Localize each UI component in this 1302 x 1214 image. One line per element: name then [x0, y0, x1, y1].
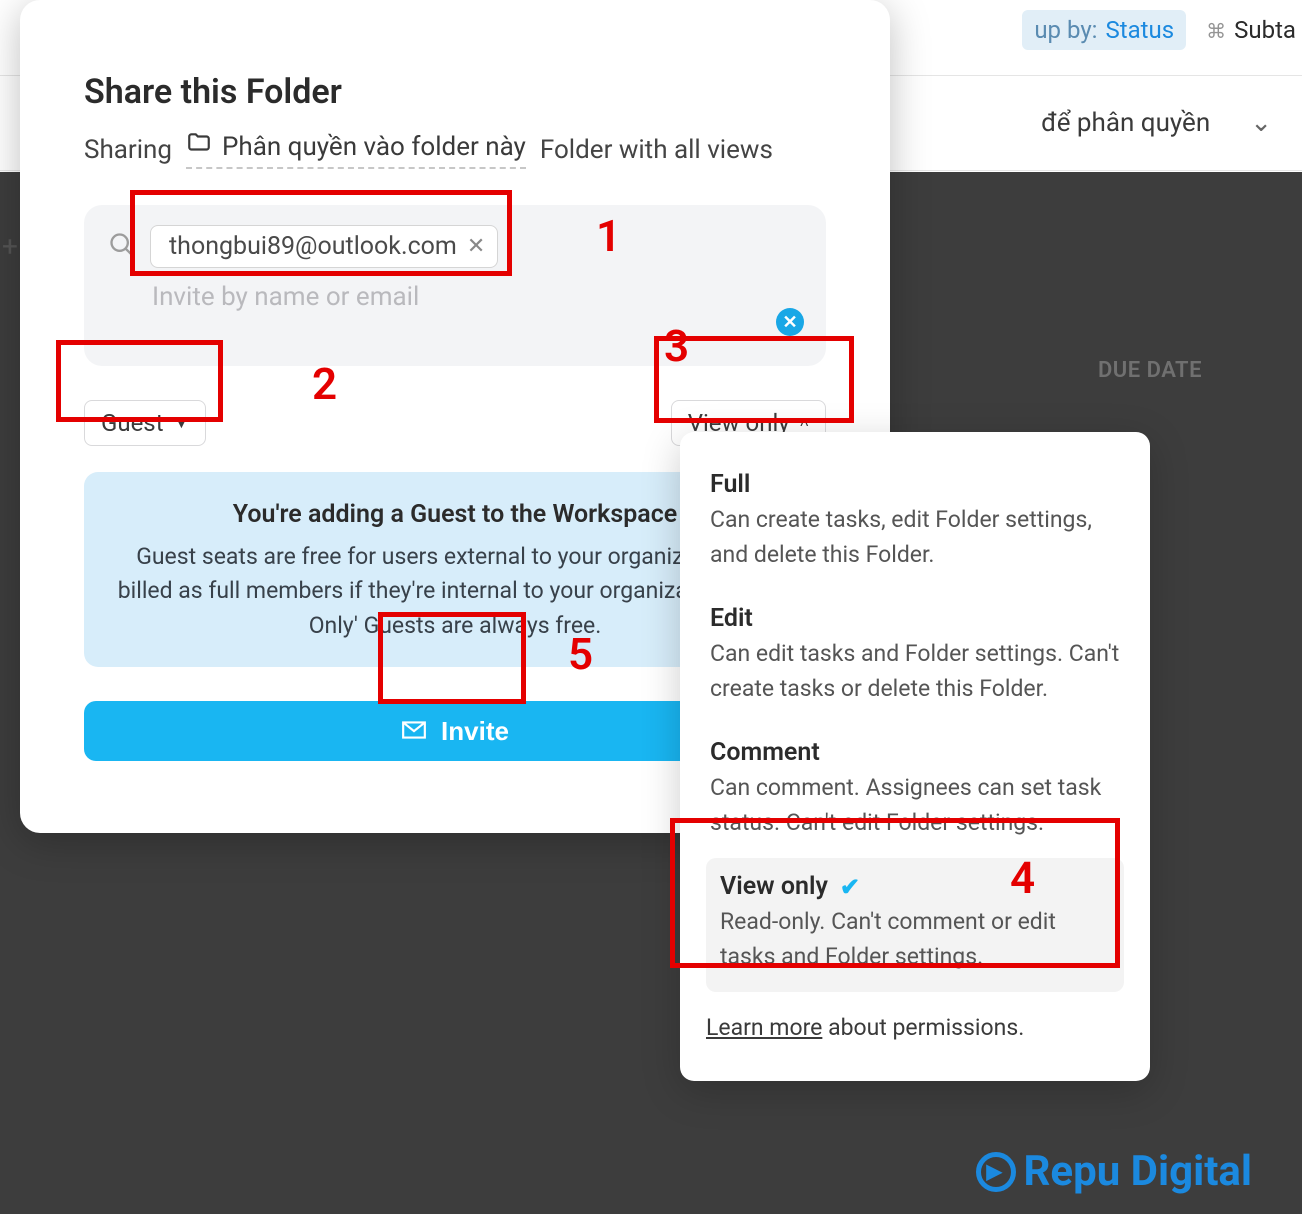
- annotation-box-4: [670, 818, 1120, 968]
- folder-name: Phân quyền vào folder này: [222, 132, 526, 162]
- annotation-box-5: [378, 612, 526, 704]
- invite-placeholder: Invite by name or email: [108, 282, 802, 312]
- folder-icon: [186, 130, 212, 163]
- watermark-logo: Repu Digital: [976, 1147, 1253, 1196]
- envelope-icon: [401, 716, 427, 747]
- clear-input-icon[interactable]: ✕: [776, 308, 804, 336]
- perm-option-desc: Can create tasks, edit Folder settings, …: [710, 503, 1120, 572]
- perm-option-edit[interactable]: Edit Can edit tasks and Folder settings.…: [706, 590, 1124, 724]
- annotation-box-1: [130, 190, 512, 276]
- sharing-subtitle: Sharing Phân quyền vào folder này Folder…: [84, 130, 826, 169]
- modal-title: Share this Folder: [84, 72, 826, 112]
- annotation-num-2: 2: [312, 358, 337, 410]
- groupby-pill[interactable]: up by: Status: [1022, 10, 1186, 50]
- permission-dropdown: Full Can create tasks, edit Folder setti…: [680, 432, 1150, 1081]
- folder-chip[interactable]: Phân quyền vào folder này: [186, 130, 526, 169]
- folder-suffix: Folder with all views: [540, 135, 773, 165]
- watermark-icon: [976, 1152, 1016, 1192]
- learn-more-link[interactable]: Learn more: [706, 1014, 822, 1041]
- invite-button-label: Invite: [441, 716, 509, 747]
- due-date-header: DUE DATE: [1098, 358, 1202, 383]
- perm-option-name: Comment: [710, 738, 1120, 767]
- annotation-box-2: [56, 340, 223, 422]
- perm-option-full[interactable]: Full Can create tasks, edit Folder setti…: [706, 456, 1124, 590]
- bg-permission-dropdown[interactable]: để phân quyền ⌄: [1041, 108, 1272, 138]
- learn-more-row: Learn more about permissions.: [706, 1014, 1124, 1041]
- perm-option-name: Full: [710, 470, 1120, 499]
- annotation-num-5: 5: [568, 628, 593, 680]
- subtasks-button[interactable]: Subta: [1206, 16, 1302, 44]
- bg-permission-label: để phân quyền: [1041, 108, 1210, 138]
- subtasks-label: Subta: [1234, 16, 1296, 44]
- perm-option-desc: Can edit tasks and Folder settings. Can'…: [710, 637, 1120, 706]
- annotation-num-3: 3: [664, 320, 689, 372]
- groupby-value: Status: [1106, 16, 1175, 44]
- plus-icon[interactable]: +: [2, 230, 18, 263]
- subtasks-icon: [1206, 16, 1226, 44]
- learn-more-suffix: about permissions.: [822, 1014, 1024, 1041]
- groupby-label: up by:: [1034, 16, 1097, 44]
- perm-option-name: Edit: [710, 604, 1120, 633]
- annotation-num-4: 4: [1010, 852, 1035, 904]
- sharing-label: Sharing: [84, 135, 172, 165]
- watermark-text: Repu Digital: [1024, 1147, 1253, 1196]
- annotation-num-1: 1: [596, 210, 621, 262]
- chevron-down-icon: ⌄: [1250, 108, 1272, 138]
